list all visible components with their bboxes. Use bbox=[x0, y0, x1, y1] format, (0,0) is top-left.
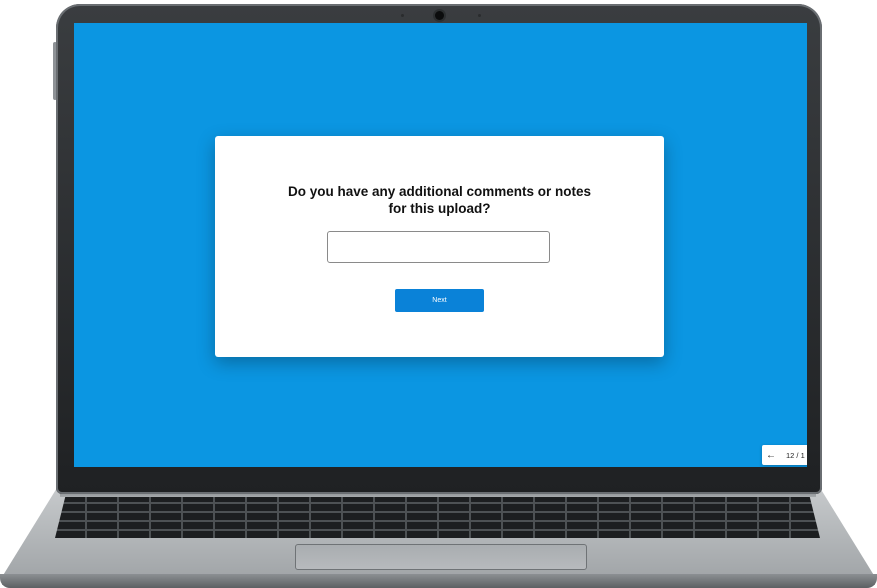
laptop-screen: Do you have any additional comments or n… bbox=[74, 23, 807, 467]
question-line-1: Do you have any additional comments or n… bbox=[287, 184, 592, 199]
pager: ← 12 / 1 bbox=[762, 445, 807, 465]
sensor-dot bbox=[478, 14, 481, 17]
trackpad bbox=[295, 544, 587, 570]
question-dialog: Do you have any additional comments or n… bbox=[215, 136, 664, 357]
keyboard bbox=[55, 492, 820, 538]
sensor-dot bbox=[401, 14, 404, 17]
arrow-left-icon[interactable]: ← bbox=[762, 450, 780, 461]
next-button[interactable]: Next bbox=[395, 289, 484, 312]
camera-icon bbox=[435, 11, 444, 20]
question-line-2: for this upload? bbox=[388, 201, 491, 216]
comment-input[interactable] bbox=[327, 231, 550, 263]
laptop-base-front bbox=[0, 574, 877, 588]
page-counter: 12 / 1 bbox=[786, 450, 805, 460]
question-text: Do you have any additional comments or n… bbox=[215, 183, 664, 217]
